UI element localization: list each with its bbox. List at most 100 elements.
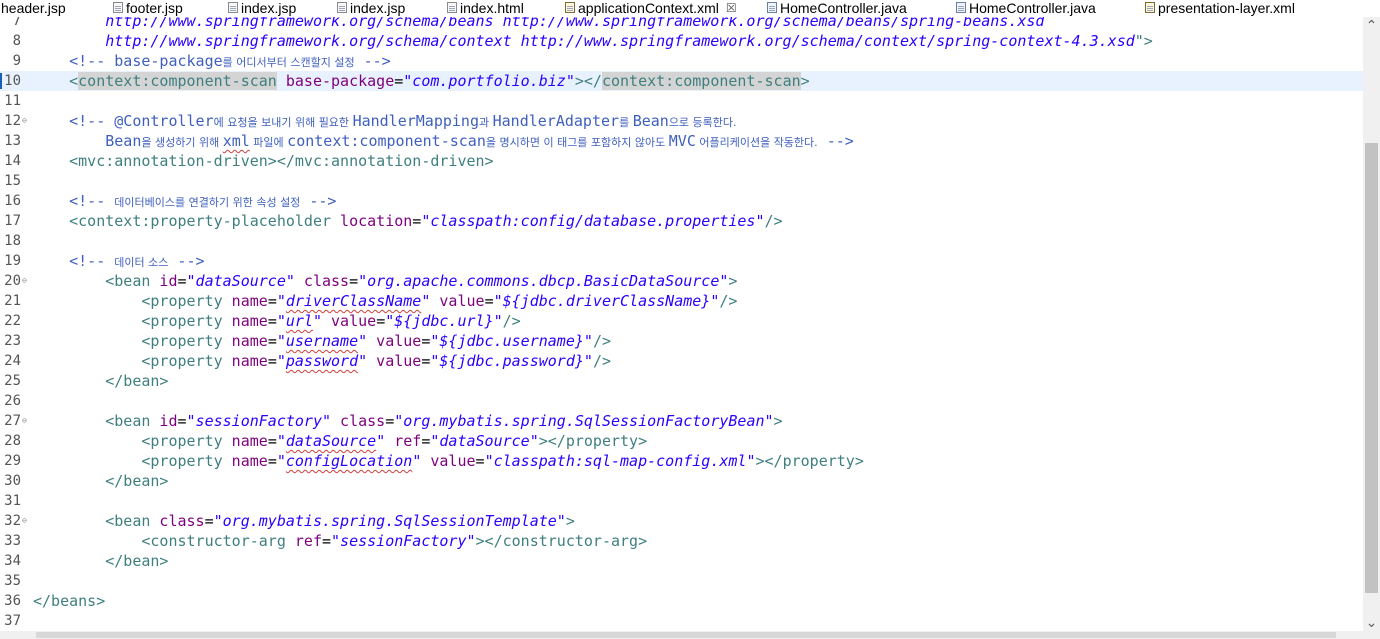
collapse-fold-icon[interactable]: ⊖ xyxy=(22,111,27,131)
code-line[interactable]: 10 <context:component-scan base-package=… xyxy=(0,71,1363,91)
code-token: " xyxy=(412,452,422,470)
line-number: 27 xyxy=(4,413,21,429)
code-token: context:component-scan xyxy=(287,132,486,150)
code-token: = xyxy=(376,312,386,330)
code-line[interactable]: 33 <constructor-arg ref="sessionFactory"… xyxy=(0,531,1363,551)
code-line[interactable]: 24 <property name="password" value="${jd… xyxy=(0,351,1363,371)
tab-index-jsp-2[interactable]: index.jsp xyxy=(228,0,296,17)
tab-header-jsp-0[interactable]: header.jsp xyxy=(0,0,66,17)
code-token: <property xyxy=(33,452,223,470)
code-line[interactable]: 17 <context:property-placeholder locatio… xyxy=(0,211,1363,231)
code-token: "${jdbc.username}" xyxy=(430,332,593,350)
tab-label: applicationContext.xml xyxy=(578,0,719,16)
line-number: 25 xyxy=(4,373,21,389)
horizontal-scroll-thumb[interactable] xyxy=(36,632,1336,638)
code-token: <bean xyxy=(33,512,151,530)
line-number: 8 xyxy=(12,33,21,49)
code-token: = xyxy=(484,292,494,310)
code-token: context:component-scan xyxy=(601,72,801,90)
line-number: 9 xyxy=(12,53,21,69)
line-number: 20 xyxy=(4,273,21,289)
tab-index-html-4[interactable]: index.html xyxy=(447,0,524,17)
tab-footer-jsp-1[interactable]: footer.jsp xyxy=(113,0,183,17)
tab-label: footer.jsp xyxy=(126,0,183,16)
tab-label: header.jsp xyxy=(1,0,66,16)
code-line[interactable]: 19 <!-- 데이터 소스 --> xyxy=(0,251,1363,271)
code-token: class xyxy=(150,512,205,530)
code-line[interactable]: 31 xyxy=(0,491,1363,511)
collapse-fold-icon[interactable]: ⊖ xyxy=(22,411,27,431)
code-line[interactable]: 26 xyxy=(0,391,1363,411)
code-token: /> xyxy=(719,292,738,310)
code-text: <!-- base-package를 어디서부터 스캔할지 설정 --> xyxy=(33,51,391,73)
line-number: 30 xyxy=(4,473,21,489)
tab-presentation-layer-xml-8[interactable]: presentation-layer.xml xyxy=(1145,0,1295,17)
code-line[interactable]: 36 </beans> xyxy=(0,591,1363,611)
code-line[interactable]: 15 xyxy=(0,171,1363,191)
code-line[interactable]: 22 <property name="url" value="${jdbc.ur… xyxy=(0,311,1363,331)
code-token: = xyxy=(475,452,485,470)
code-token: "com.portfolio.biz" xyxy=(403,72,575,90)
line-number: 15 xyxy=(4,173,21,189)
code-line[interactable]: 16 <!-- 데이터베이스를 연결하기 위한 속성 설정 --> xyxy=(0,191,1363,211)
tab-index-jsp-3[interactable]: index.jsp xyxy=(337,0,405,17)
code-token: context:component-scan xyxy=(78,72,277,90)
tab-homecontroller-java-7[interactable]: HomeController.java xyxy=(956,0,1096,17)
code-line[interactable]: 35 xyxy=(0,571,1363,591)
code-token: <context:property-placeholder xyxy=(33,212,332,230)
scroll-up-icon[interactable]: ⌃ xyxy=(1363,17,1380,34)
collapse-fold-icon[interactable]: ⊖ xyxy=(22,511,27,531)
line-number: 17 xyxy=(4,213,21,229)
line-number: 28 xyxy=(4,433,21,449)
code-line[interactable]: 11 xyxy=(0,91,1363,111)
code-token: " xyxy=(312,312,322,330)
code-line[interactable]: 18 xyxy=(0,231,1363,251)
code-line[interactable]: 20 ⊖ <bean id="dataSource" class="org.apa… xyxy=(0,271,1363,291)
code-line[interactable]: 34 </bean> xyxy=(0,551,1363,571)
code-token: id xyxy=(150,272,178,290)
code-text: <property name="configLocation" value="c… xyxy=(33,451,864,471)
code-text: </beans> xyxy=(33,591,105,611)
code-line[interactable]: 37 xyxy=(0,611,1363,631)
code-token: = xyxy=(322,532,332,550)
vertical-scrollbar[interactable]: ⌃ ⌄ xyxy=(1363,17,1380,631)
code-token: "sessionFactory" xyxy=(331,532,476,550)
line-number: 33 xyxy=(4,533,21,549)
horizontal-scrollbar[interactable] xyxy=(0,631,1363,639)
code-token: <bean xyxy=(33,412,151,430)
code-line[interactable]: 30 </bean> xyxy=(0,471,1363,491)
tab-applicationcontext-xml-5[interactable]: applicationContext.xml ☒ xyxy=(565,0,737,17)
code-editor[interactable]: 7 http://www.springframework.org/schema/… xyxy=(0,17,1363,631)
tab-homecontroller-java-6[interactable]: HomeController.java xyxy=(767,0,907,17)
line-number: 29 xyxy=(4,453,21,469)
code-token: value xyxy=(367,352,422,370)
code-token: base-package xyxy=(276,72,395,90)
code-line[interactable]: 12 ⊖ <!-- @Controller에 요청을 보내기 위해 필요한 Han… xyxy=(0,111,1363,131)
code-line[interactable]: 27 ⊖ <bean id="sessionFactory" class="org… xyxy=(0,411,1363,431)
code-token: 으로 등록한다. xyxy=(668,116,737,129)
code-line[interactable]: 9 <!-- base-package를 어디서부터 스캔할지 설정 --> xyxy=(0,51,1363,71)
code-line[interactable]: 28 <property name="dataSource" ref="data… xyxy=(0,431,1363,451)
code-line[interactable]: 7 http://www.springframework.org/schema/… xyxy=(0,17,1363,31)
code-line[interactable]: 14 <mvc:annotation-driven></mvc:annotati… xyxy=(0,151,1363,171)
vertical-scroll-thumb[interactable] xyxy=(1365,143,1378,593)
code-token: "${jdbc.driverClassName}" xyxy=(493,292,720,310)
code-line[interactable]: 13 Bean을 생성하기 위해 xml 파일에 context:compone… xyxy=(0,131,1363,151)
code-token: </bean> xyxy=(33,472,169,490)
tab-label: index.jsp xyxy=(241,0,297,16)
collapse-fold-icon[interactable]: ⊖ xyxy=(22,271,27,291)
code-line[interactable]: 8 http://www.springframework.org/schema/… xyxy=(0,31,1363,51)
code-token: 어플리케이션을 작동한다. xyxy=(695,136,818,149)
code-text: </bean> xyxy=(33,371,168,391)
tab-label: HomeController.java xyxy=(780,0,907,16)
code-token: = xyxy=(349,272,359,290)
code-text: <bean class="org.mybatis.spring.SqlSessi… xyxy=(33,511,575,531)
code-line[interactable]: 25 </bean> xyxy=(0,371,1363,391)
code-token: = xyxy=(267,312,277,330)
close-tab-icon[interactable]: ☒ xyxy=(726,1,737,15)
code-line[interactable]: 21 <property name="driverClassName" valu… xyxy=(0,291,1363,311)
code-line[interactable]: 23 <property name="username" value="${jd… xyxy=(0,331,1363,351)
scroll-down-icon[interactable]: ⌄ xyxy=(1363,614,1380,631)
code-line[interactable]: 32 ⊖ <bean class="org.mybatis.spring.SqlS… xyxy=(0,511,1363,531)
code-line[interactable]: 29 <property name="configLocation" value… xyxy=(0,451,1363,471)
